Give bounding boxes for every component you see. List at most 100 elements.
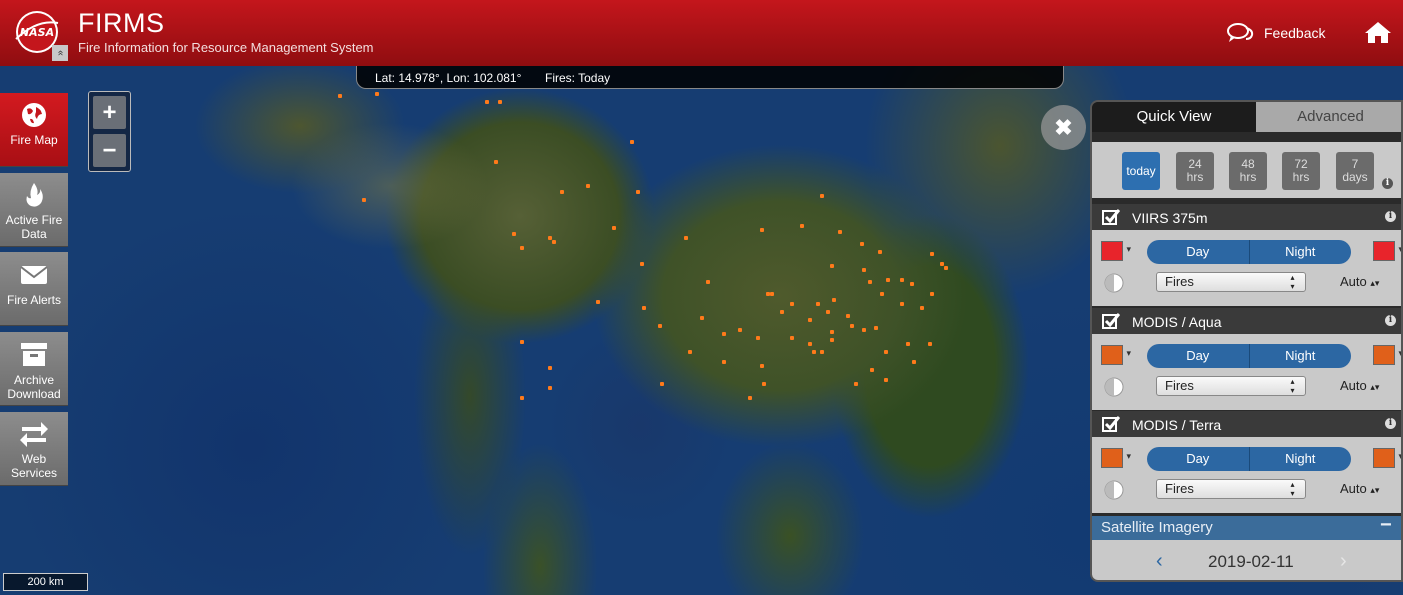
fire-detection-marker[interactable]	[900, 302, 904, 306]
fire-detection-marker[interactable]	[944, 266, 948, 270]
time-filter-72hrs[interactable]: 72 hrs	[1282, 152, 1320, 190]
fire-detection-marker[interactable]	[878, 250, 882, 254]
fire-detection-marker[interactable]	[910, 282, 914, 286]
fire-detection-marker[interactable]	[928, 342, 932, 346]
fire-detection-marker[interactable]	[868, 280, 872, 284]
contrast-icon[interactable]	[1104, 480, 1124, 500]
info-icon[interactable]: i	[1385, 418, 1396, 429]
satellite-imagery-header[interactable]: Satellite Imagery −	[1092, 514, 1401, 540]
fire-detection-marker[interactable]	[930, 292, 934, 296]
fire-detection-marker[interactable]	[684, 236, 688, 240]
nav-active-fire-data[interactable]: Active Fire Data	[0, 173, 68, 247]
day-color-picker[interactable]	[1101, 241, 1131, 261]
fire-detection-marker[interactable]	[700, 316, 704, 320]
fire-detection-marker[interactable]	[485, 100, 489, 104]
info-icon[interactable]: i	[1385, 315, 1396, 326]
fire-detection-marker[interactable]	[808, 318, 812, 322]
fire-detection-marker[interactable]	[838, 230, 842, 234]
fire-detection-marker[interactable]	[520, 340, 524, 344]
nav-fire-map[interactable]: Fire Map	[0, 93, 68, 167]
fire-detection-marker[interactable]	[660, 382, 664, 386]
fire-detection-marker[interactable]	[706, 280, 710, 284]
fire-detection-marker[interactable]	[820, 350, 824, 354]
fire-detection-marker[interactable]	[800, 224, 804, 228]
fire-display-select[interactable]: Fires	[1156, 376, 1306, 396]
contrast-icon[interactable]	[1104, 377, 1124, 397]
fire-detection-marker[interactable]	[870, 368, 874, 372]
nav-collapse-button[interactable]: «	[52, 45, 68, 61]
fire-detection-marker[interactable]	[520, 246, 524, 250]
nav-archive-download[interactable]: Archive Download	[0, 332, 68, 406]
fire-detection-marker[interactable]	[884, 378, 888, 382]
fire-detection-marker[interactable]	[846, 314, 850, 318]
fire-detection-marker[interactable]	[552, 240, 556, 244]
day-color-picker[interactable]	[1101, 345, 1131, 365]
auto-select[interactable]: Auto ▴▾	[1340, 378, 1379, 393]
fire-detection-marker[interactable]	[722, 360, 726, 364]
fire-detection-marker[interactable]	[762, 382, 766, 386]
checkbox-checked-icon[interactable]	[1102, 312, 1120, 330]
fire-detection-marker[interactable]	[760, 364, 764, 368]
time-filter-today[interactable]: today	[1122, 152, 1160, 190]
fire-detection-marker[interactable]	[658, 324, 662, 328]
fire-detection-marker[interactable]	[630, 140, 634, 144]
fire-detection-marker[interactable]	[930, 252, 934, 256]
fire-detection-marker[interactable]	[854, 382, 858, 386]
fire-detection-marker[interactable]	[790, 336, 794, 340]
fire-display-select[interactable]: Fires	[1156, 272, 1306, 292]
fire-detection-marker[interactable]	[826, 310, 830, 314]
fire-detection-marker[interactable]	[375, 92, 379, 96]
fire-detection-marker[interactable]	[756, 336, 760, 340]
fire-detection-marker[interactable]	[498, 100, 502, 104]
fire-detection-marker[interactable]	[820, 194, 824, 198]
day-button[interactable]: Day	[1147, 344, 1249, 368]
fire-detection-marker[interactable]	[512, 232, 516, 236]
night-button[interactable]: Night	[1248, 344, 1351, 368]
auto-select[interactable]: Auto ▴▾	[1340, 274, 1379, 289]
fire-detection-marker[interactable]	[494, 160, 498, 164]
day-button[interactable]: Day	[1147, 447, 1249, 471]
checkbox-checked-icon[interactable]	[1102, 208, 1120, 226]
fire-detection-marker[interactable]	[688, 350, 692, 354]
home-icon[interactable]	[1364, 20, 1392, 44]
contrast-icon[interactable]	[1104, 273, 1124, 293]
fire-detection-marker[interactable]	[832, 298, 836, 302]
fire-detection-marker[interactable]	[900, 278, 904, 282]
tab-quick-view[interactable]: Quick View	[1092, 102, 1256, 132]
fire-detection-marker[interactable]	[738, 328, 742, 332]
fire-detection-marker[interactable]	[920, 306, 924, 310]
night-button[interactable]: Night	[1248, 447, 1351, 471]
day-button[interactable]: Day	[1147, 240, 1249, 264]
fire-detection-marker[interactable]	[560, 190, 564, 194]
fire-detection-marker[interactable]	[338, 94, 342, 98]
fire-detection-marker[interactable]	[640, 262, 644, 266]
zoom-in-button[interactable]: +	[93, 96, 126, 129]
collapse-icon[interactable]: −	[1380, 514, 1392, 537]
fire-detection-marker[interactable]	[636, 190, 640, 194]
info-icon[interactable]: i	[1382, 178, 1393, 189]
nav-web-services[interactable]: Web Services	[0, 412, 68, 486]
fire-detection-marker[interactable]	[874, 326, 878, 330]
night-button[interactable]: Night	[1248, 240, 1351, 264]
fire-detection-marker[interactable]	[596, 300, 600, 304]
fire-detection-marker[interactable]	[830, 264, 834, 268]
night-color-picker[interactable]	[1373, 448, 1401, 468]
fire-detection-marker[interactable]	[816, 302, 820, 306]
fire-detection-marker[interactable]	[790, 302, 794, 306]
fire-display-select[interactable]: Fires	[1156, 479, 1306, 499]
fire-detection-marker[interactable]	[770, 292, 774, 296]
fire-detection-marker[interactable]	[808, 342, 812, 346]
fire-detection-marker[interactable]	[812, 350, 816, 354]
close-panel-button[interactable]: ✖	[1041, 105, 1086, 150]
fire-detection-marker[interactable]	[886, 278, 890, 282]
fire-detection-marker[interactable]	[780, 310, 784, 314]
fire-detection-marker[interactable]	[830, 338, 834, 342]
zoom-out-button[interactable]: −	[93, 134, 126, 167]
fire-detection-marker[interactable]	[862, 328, 866, 332]
fire-detection-marker[interactable]	[520, 396, 524, 400]
fire-detection-marker[interactable]	[860, 242, 864, 246]
fire-detection-marker[interactable]	[722, 332, 726, 336]
nav-fire-alerts[interactable]: Fire Alerts	[0, 252, 68, 326]
fire-detection-marker[interactable]	[880, 292, 884, 296]
feedback-button[interactable]: Feedback	[1226, 22, 1325, 44]
